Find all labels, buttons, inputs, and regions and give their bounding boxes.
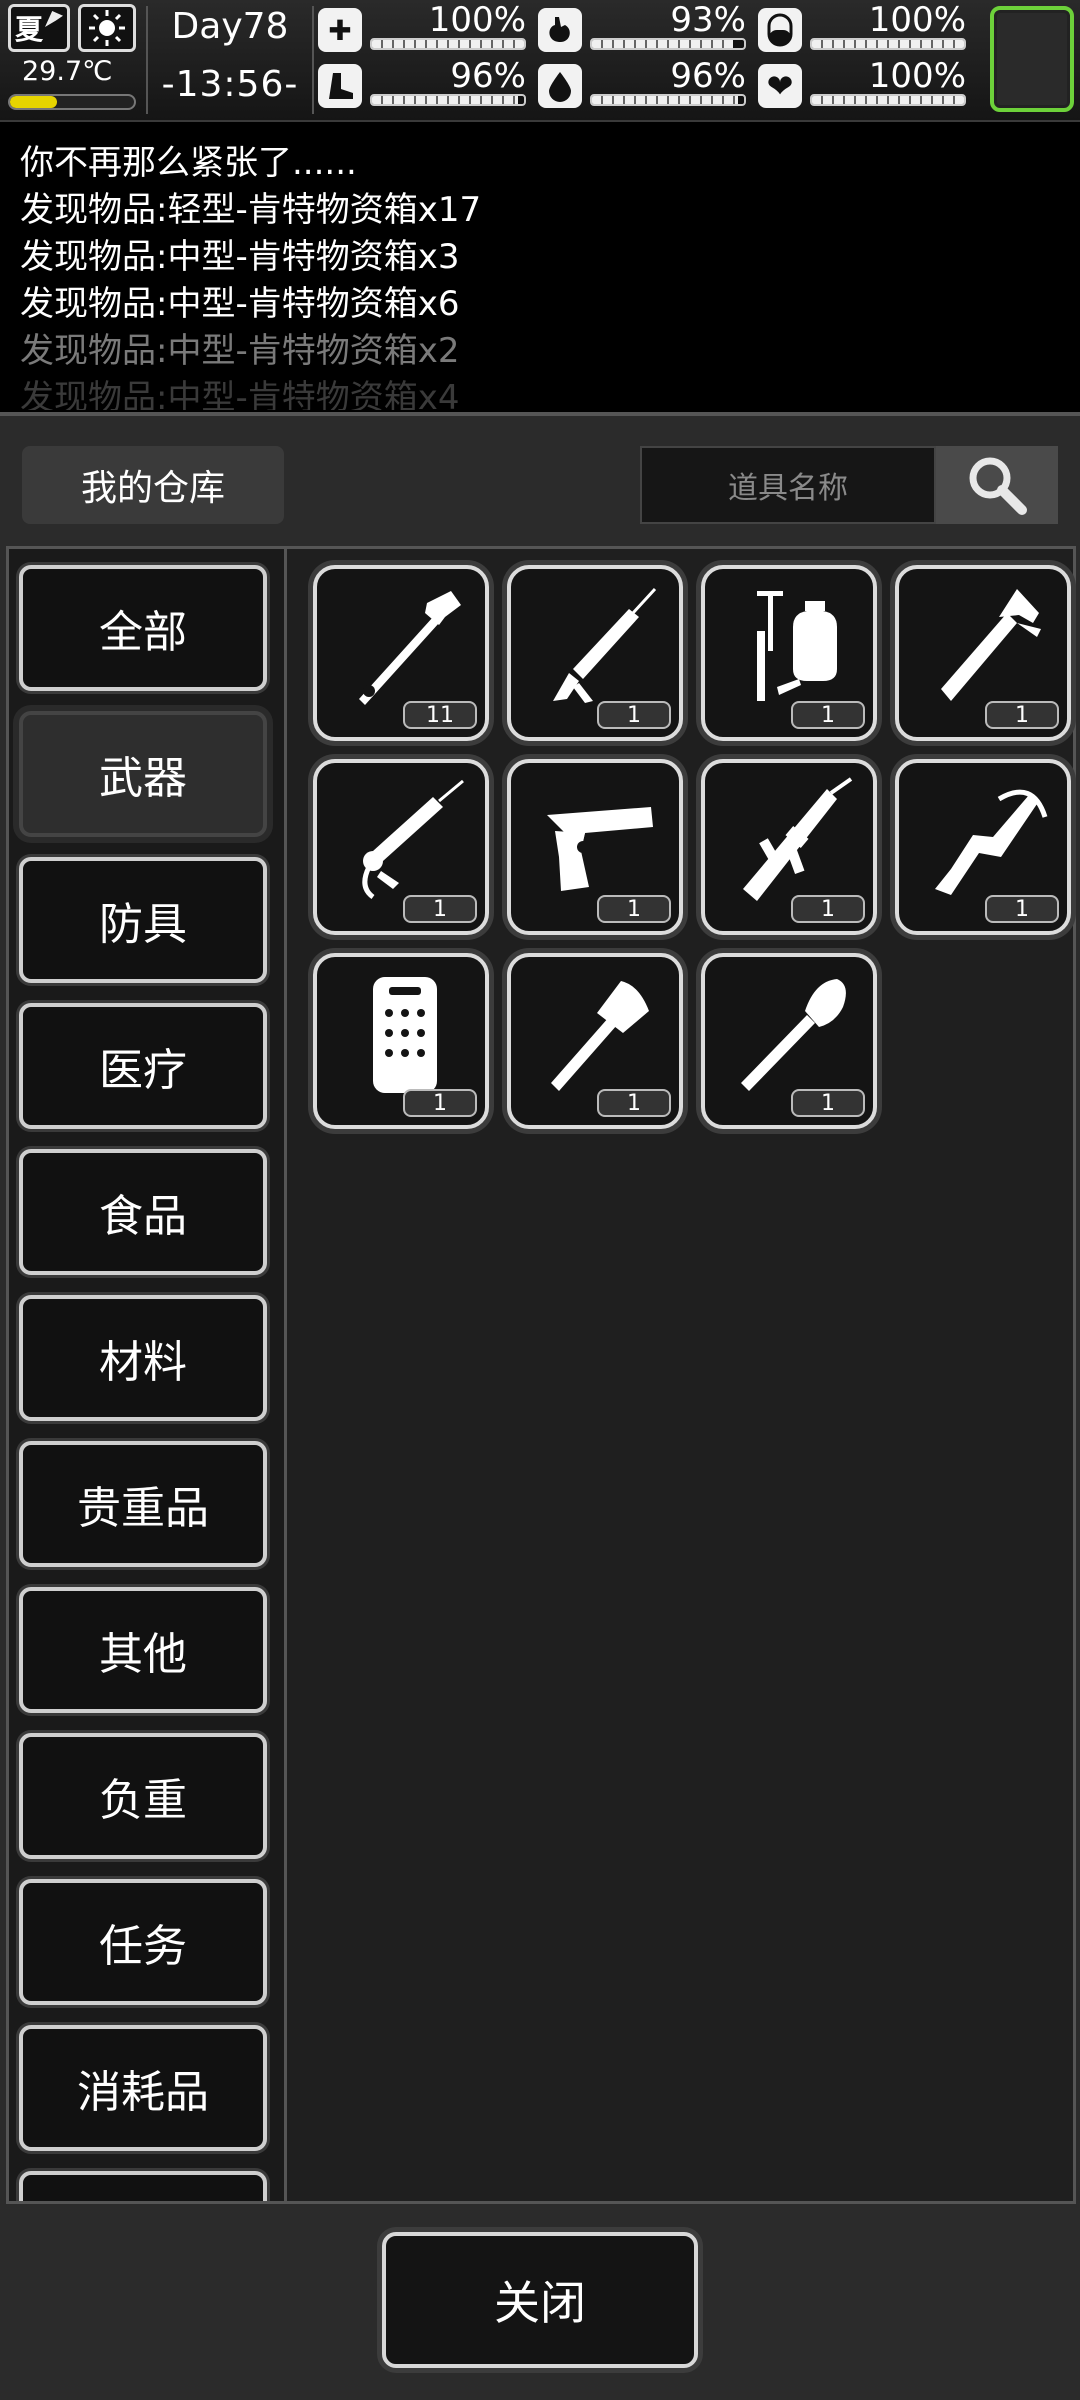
status-bar: 夏 29.7℃ Day78 -13:56- ✚ 100% 93% 100% 96… <box>0 0 1080 122</box>
desert-eagle-pistol-icon <box>547 807 653 891</box>
log-line: 发现物品:中型-肯特物资箱x4 <box>20 378 460 410</box>
stat-health: ✚ 100% <box>318 2 532 56</box>
category-consumables[interactable]: 消耗品 <box>19 2025 267 2151</box>
warehouse-title: 我的仓库 <box>22 446 284 524</box>
stat-stamina-value: 96% <box>450 56 526 96</box>
item-slot[interactable]: 1 <box>895 565 1071 741</box>
item-slot[interactable]: 1 <box>507 953 683 1129</box>
item-quantity: 11 <box>403 701 477 729</box>
log-line: 发现物品:中型-肯特物资箱x2 <box>20 331 460 371</box>
medkit-icon: ✚ <box>318 8 362 52</box>
category-other[interactable]: 其他 <box>19 1587 267 1713</box>
item-slot[interactable]: 1 <box>507 759 683 935</box>
item-quantity: 1 <box>403 895 477 923</box>
search-button[interactable] <box>936 446 1058 524</box>
item-slot[interactable]: 1 <box>701 759 877 935</box>
grease-gun-icon <box>362 779 464 900</box>
item-quantity: 1 <box>403 1089 477 1117</box>
item-quantity: 1 <box>791 701 865 729</box>
heart-icon: ❤ <box>758 64 802 108</box>
log-line: 发现物品:轻型-肯特物资箱x17 <box>20 190 482 230</box>
log-line: 发现物品:中型-肯特物资箱x6 <box>20 284 460 324</box>
item-quantity: 1 <box>985 895 1059 923</box>
stat-thirst: 96% <box>538 58 752 112</box>
pipe-wrench-icon <box>359 591 461 705</box>
stat-hunger-value: 93% <box>670 0 746 40</box>
boot-icon <box>318 64 362 108</box>
item-slot[interactable]: 1 <box>313 759 489 935</box>
close-button[interactable]: 关闭 <box>382 2232 698 2368</box>
stomach-icon <box>538 8 582 52</box>
log-line: 发现物品:中型-肯特物资箱x3 <box>20 237 460 277</box>
item-slot[interactable]: 1 <box>701 565 877 741</box>
stat-hunger: 93% <box>538 2 752 56</box>
item-quantity: 1 <box>791 1089 865 1117</box>
sprayer-icon <box>757 591 837 701</box>
stat-mood-value: 100% <box>868 56 966 96</box>
stat-health-value: 100% <box>428 0 526 40</box>
quick-slot[interactable] <box>990 6 1074 112</box>
temperature-readout: 29.7℃ <box>22 56 113 87</box>
game-clock: -13:56- <box>161 64 299 105</box>
flag-icon <box>45 11 63 27</box>
category-load[interactable]: 负重 <box>19 1733 267 1859</box>
category-materials[interactable]: 材料 <box>19 1295 267 1421</box>
item-slot[interactable]: 11 <box>313 565 489 741</box>
stat-stamina: 96% <box>318 58 532 112</box>
item-search-input[interactable]: 道具名称 <box>640 446 936 524</box>
category-food[interactable]: 食品 <box>19 1149 267 1275</box>
stat-thirst-value: 96% <box>670 56 746 96</box>
item-slot[interactable]: 1 <box>701 953 877 1129</box>
stat-medicine: 100% <box>758 2 972 56</box>
stat-mood: ❤ 100% <box>758 58 972 112</box>
day-counter: Day78 <box>171 6 289 47</box>
category-list: 全部 武器 防具 医疗 食品 材料 贵重品 其他 负重 任务 消耗品 <box>9 549 287 2201</box>
category-more[interactable] <box>19 2171 267 2201</box>
category-quest[interactable]: 任务 <box>19 1879 267 2005</box>
stat-medicine-value: 100% <box>868 0 966 40</box>
search-icon <box>969 457 1027 515</box>
item-quantity: 1 <box>791 895 865 923</box>
item-slot[interactable]: 1 <box>895 759 1071 935</box>
crossbow-icon <box>935 789 1048 895</box>
message-log: 你不再那么紧张了...... 发现物品:轻型-肯特物资箱x17 发现物品:中型-… <box>0 124 1080 410</box>
item-quantity: 1 <box>985 701 1059 729</box>
log-line: 你不再那么紧张了...... <box>20 143 357 183</box>
fire-axe-icon <box>941 589 1041 701</box>
item-quantity: 1 <box>597 1089 671 1117</box>
category-medical[interactable]: 医疗 <box>19 1003 267 1129</box>
assault-rifle-icon <box>743 777 853 901</box>
caulk-gun-icon <box>553 587 657 703</box>
water-drop-icon <box>538 64 582 108</box>
warehouse-content: 全部 武器 防具 医疗 食品 材料 贵重品 其他 负重 任务 消耗品 11 1 … <box>6 546 1076 2204</box>
category-armor[interactable]: 防具 <box>19 857 267 983</box>
category-all[interactable]: 全部 <box>19 565 267 691</box>
warehouse-panel: 我的仓库 道具名称 全部 武器 防具 医疗 食品 材料 贵重品 其他 负重 任务… <box>0 412 1080 2400</box>
shovel-icon <box>741 979 846 1091</box>
item-quantity: 1 <box>597 895 671 923</box>
pill-icon <box>758 8 802 52</box>
riot-shield-icon <box>373 977 437 1093</box>
sun-icon <box>78 4 136 52</box>
item-slot[interactable]: 1 <box>313 953 489 1129</box>
season-badge: 夏 <box>8 4 70 52</box>
item-slot[interactable]: 1 <box>507 565 683 741</box>
category-valuables[interactable]: 贵重品 <box>19 1441 267 1567</box>
item-grid: 11 1 1 1 1 1 1 1 1 1 1 <box>299 549 1073 2201</box>
item-quantity: 1 <box>597 701 671 729</box>
season-label: 夏 <box>15 13 44 46</box>
temperature-bar <box>8 94 136 110</box>
category-weapons[interactable]: 武器 <box>19 711 267 837</box>
hatchet-icon <box>551 981 649 1091</box>
